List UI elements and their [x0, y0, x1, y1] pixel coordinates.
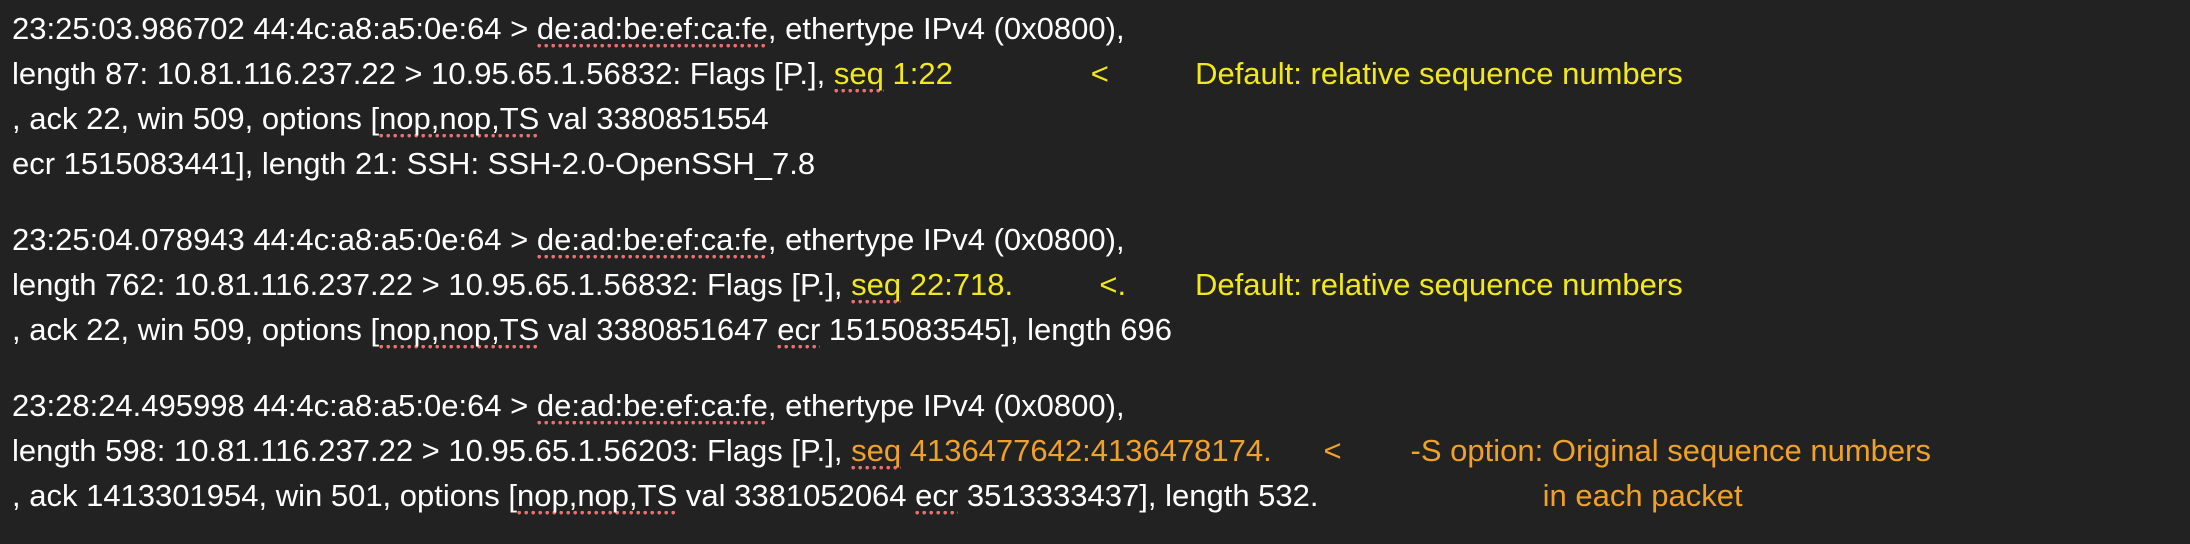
packet-line: length 762: 10.81.116.237.22 > 10.95.65.… — [12, 262, 2190, 307]
text-segment: ecr 1515083441], length 21: SSH: SSH-2.0… — [12, 146, 816, 181]
spellchecked-ecr-keyword: ecr — [777, 312, 821, 350]
annotation-pointer: < — [1090, 56, 1109, 91]
spellchecked-seq-keyword: seq — [851, 267, 902, 305]
text-segment: 23:25:03.986702 44:4c:a8:a5:0e:64 > — [12, 11, 537, 46]
spellchecked-seq-keyword: seq — [833, 56, 884, 94]
spellchecked-tcp-options: nop,nop,TS — [379, 312, 540, 350]
annotation-pointer: <. — [1099, 267, 1127, 302]
text-segment: length 762: 10.81.116.237.22 > 10.95.65.… — [12, 267, 852, 302]
text-segment: 23:25:04.078943 44:4c:a8:a5:0e:64 > — [12, 222, 537, 257]
packet-line: , ack 1413301954, win 501, options [nop,… — [12, 473, 2190, 518]
text-segment: , ack 22, win 509, options [ — [12, 312, 380, 347]
text-segment: val 3380851554 — [539, 101, 769, 136]
packet-line: , ack 22, win 509, options [nop,nop,TS v… — [12, 96, 2190, 141]
text-segment: , ack 1413301954, win 501, options [ — [12, 478, 517, 513]
block-separator — [12, 352, 2190, 383]
packet-line: length 598: 10.81.116.237.22 > 10.95.65.… — [12, 428, 2190, 473]
packet-line: length 87: 10.81.116.237.22 > 10.95.65.1… — [12, 51, 2190, 96]
annotation-text: -S option: Original sequence numbers — [1410, 433, 1931, 468]
packet-block-3: 23:28:24.495998 44:4c:a8:a5:0e:64 > de:a… — [12, 383, 2190, 518]
spellchecked-mac-address: de:ad:be:ef:ca:fe — [536, 222, 768, 260]
spellchecked-tcp-options: nop,nop,TS — [516, 478, 678, 516]
spellchecked-tcp-options: nop,nop,TS — [379, 101, 540, 139]
text-segment: , ethertype IPv4 (0x0800), — [767, 11, 1125, 46]
packet-line: 23:25:03.986702 44:4c:a8:a5:0e:64 > de:a… — [12, 6, 2190, 51]
text-segment: , ack 22, win 509, options [ — [12, 101, 380, 136]
packet-line: , ack 22, win 509, options [nop,nop,TS v… — [12, 307, 2190, 352]
sequence-number-highlight: 1:22 — [883, 56, 953, 91]
text-segment: , ethertype IPv4 (0x0800), — [767, 222, 1125, 257]
spellchecked-mac-address: de:ad:be:ef:ca:fe — [536, 388, 768, 426]
annotation-pointer: < — [1323, 433, 1342, 468]
text-segment: val 3380851647 — [539, 312, 778, 347]
text-segment: 1515083545], length 696 — [820, 312, 1172, 347]
text-segment: val 3381052064 — [677, 478, 916, 513]
text-segment: length 87: 10.81.116.237.22 > 10.95.65.1… — [12, 56, 834, 91]
text-segment: 3513333437], length 532. — [958, 478, 1319, 513]
packet-line: ecr 1515083441], length 21: SSH: SSH-2.0… — [12, 141, 2190, 186]
spellchecked-mac-address: de:ad:be:ef:ca:fe — [536, 11, 768, 49]
annotation-text: Default: relative sequence numbers — [1195, 267, 1683, 302]
packet-block-2: 23:25:04.078943 44:4c:a8:a5:0e:64 > de:a… — [12, 217, 2190, 352]
packet-line: 23:28:24.495998 44:4c:a8:a5:0e:64 > de:a… — [12, 383, 2190, 428]
sequence-number-highlight: 4136477642:4136478174. — [901, 433, 1272, 468]
packet-block-1: 23:25:03.986702 44:4c:a8:a5:0e:64 > de:a… — [12, 6, 2190, 186]
terminal-output-pane: 23:25:03.986702 44:4c:a8:a5:0e:64 > de:a… — [0, 0, 2190, 544]
annotation-text: Default: relative sequence numbers — [1195, 56, 1683, 91]
text-segment: 23:28:24.495998 44:4c:a8:a5:0e:64 > — [12, 388, 537, 423]
spellchecked-seq-keyword: seq — [851, 433, 902, 471]
text-segment: length 598: 10.81.116.237.22 > 10.95.65.… — [12, 433, 852, 468]
sequence-number-highlight: 22:718. — [901, 267, 1014, 302]
block-separator — [12, 186, 2190, 217]
packet-line: 23:25:04.078943 44:4c:a8:a5:0e:64 > de:a… — [12, 217, 2190, 262]
annotation-text-continued: in each packet — [1542, 478, 1743, 513]
text-segment: , ethertype IPv4 (0x0800), — [767, 388, 1125, 423]
spellchecked-ecr-keyword: ecr — [915, 478, 959, 516]
